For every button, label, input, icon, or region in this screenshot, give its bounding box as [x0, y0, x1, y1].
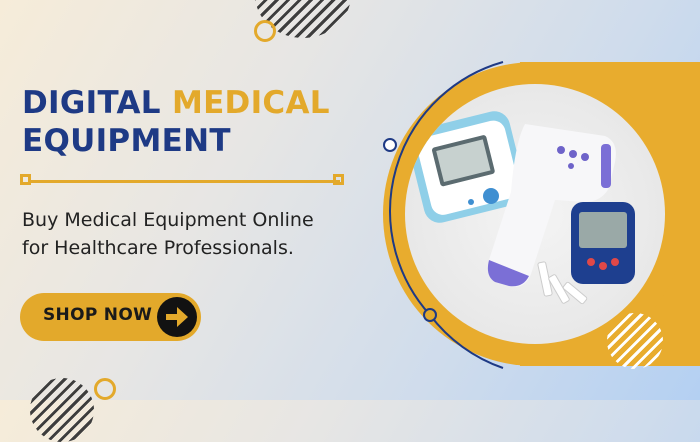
striped-circle-decoration-right: [607, 313, 663, 369]
device-illustration: [408, 111, 635, 305]
glucose-meter-icon: [571, 202, 635, 284]
medical-devices-photo: [405, 84, 665, 344]
